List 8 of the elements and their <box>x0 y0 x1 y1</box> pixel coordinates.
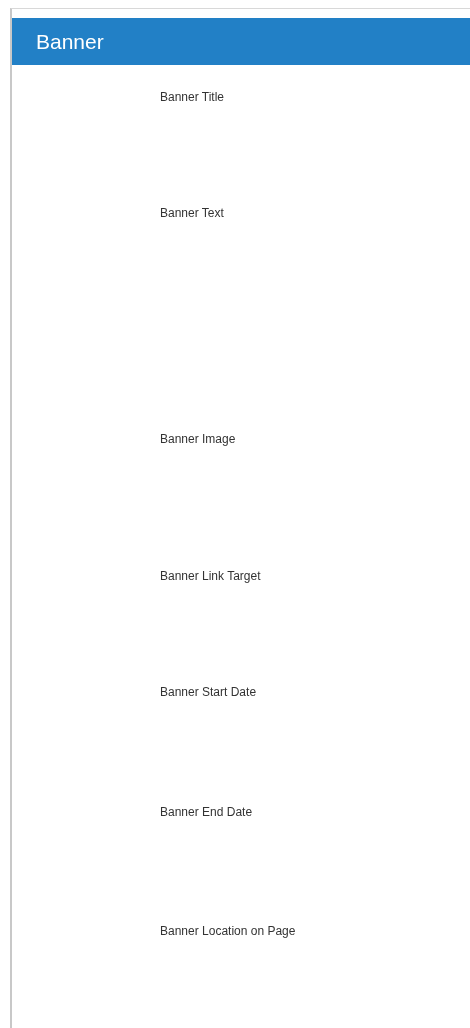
field-label: Banner Title <box>160 89 225 105</box>
field-label: Banner Start Date <box>160 684 257 700</box>
panel-title: Banner <box>36 29 104 54</box>
field-label: Banner Link Target <box>160 568 261 584</box>
field-label: Banner End Date <box>160 803 253 820</box>
field-label: Banner Image <box>160 431 236 447</box>
field-label: Banner Location on Page <box>160 923 296 939</box>
field-label: Banner Text <box>160 205 224 221</box>
